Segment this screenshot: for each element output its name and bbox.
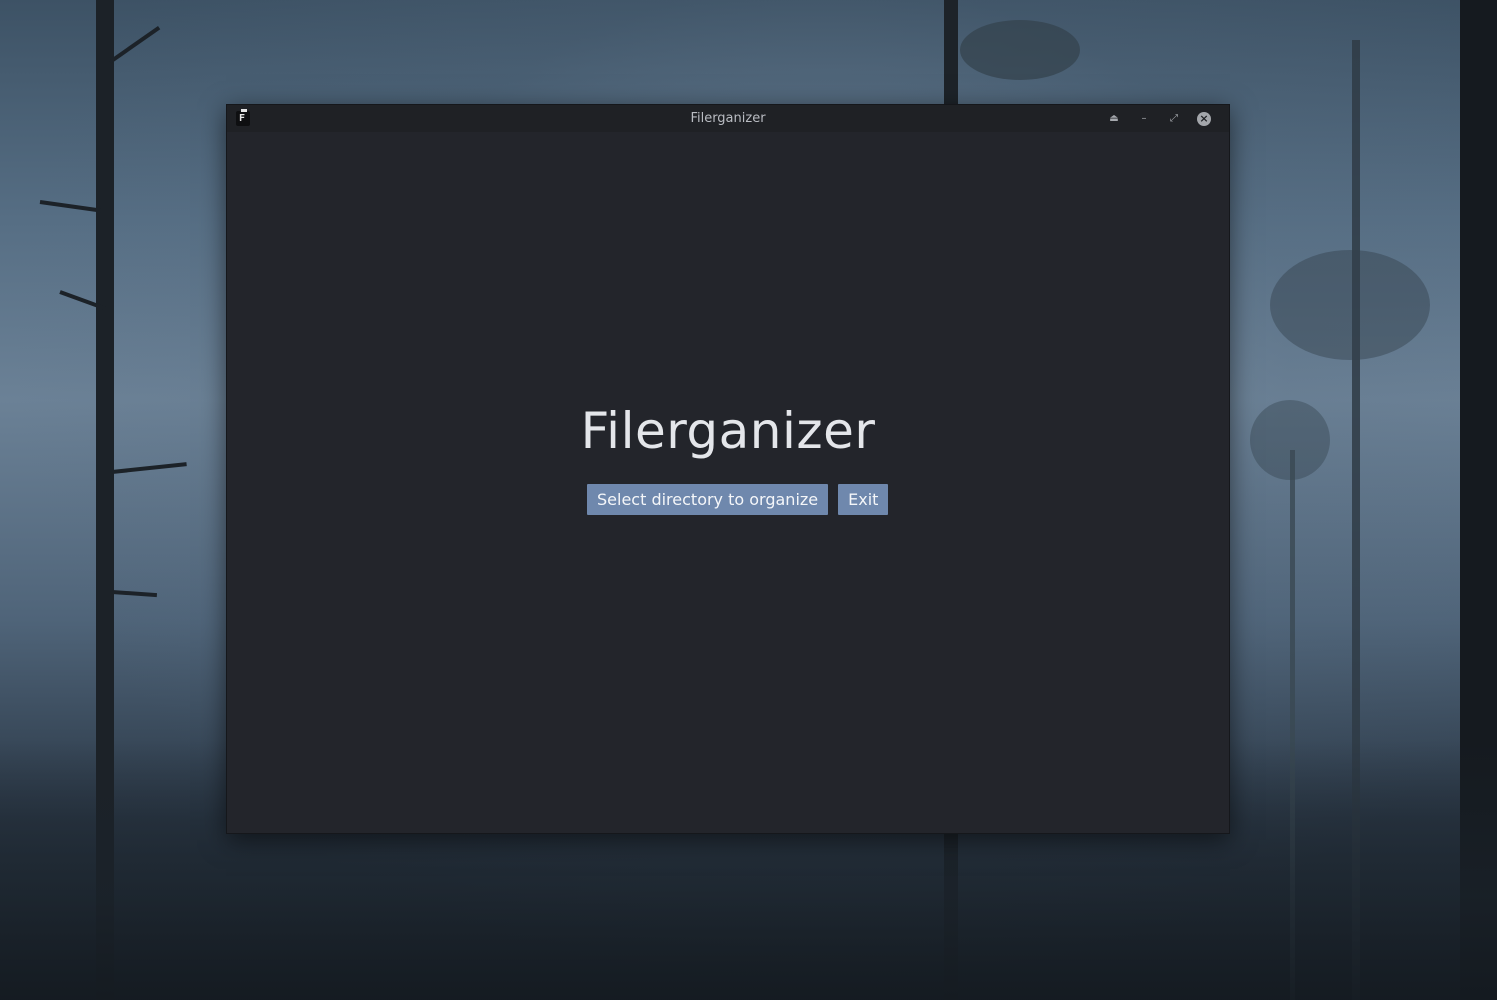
window-content: Filerganizer Select directory to organiz…: [227, 132, 1229, 833]
window-title: Filerganizer: [690, 111, 766, 126]
eject-icon[interactable]: ⏏: [1099, 105, 1129, 132]
window-titlebar[interactable]: F Filerganizer ⏏ – ⤢ ×: [227, 105, 1229, 132]
wallpaper-foliage: [960, 20, 1080, 80]
app-heading: Filerganizer: [580, 402, 876, 460]
window-controls: ⏏ – ⤢ ×: [1099, 105, 1219, 132]
desktop-wallpaper: F Filerganizer ⏏ – ⤢ × Filerganizer Sele…: [0, 0, 1497, 1000]
select-directory-button[interactable]: Select directory to organize: [587, 484, 829, 515]
wallpaper-foliage: [1270, 250, 1430, 360]
minimize-icon[interactable]: –: [1129, 105, 1159, 132]
wallpaper-branch: [108, 25, 161, 64]
exit-button[interactable]: Exit: [838, 484, 889, 515]
wallpaper-branch: [111, 462, 187, 474]
close-icon[interactable]: ×: [1197, 111, 1211, 126]
wallpaper-branch: [111, 590, 158, 598]
close-button[interactable]: ×: [1189, 105, 1219, 132]
app-window: F Filerganizer ⏏ – ⤢ × Filerganizer Sele…: [226, 104, 1230, 834]
action-buttons: Select directory to organize Exit: [587, 484, 889, 515]
restore-icon[interactable]: ⤢: [1159, 105, 1189, 132]
